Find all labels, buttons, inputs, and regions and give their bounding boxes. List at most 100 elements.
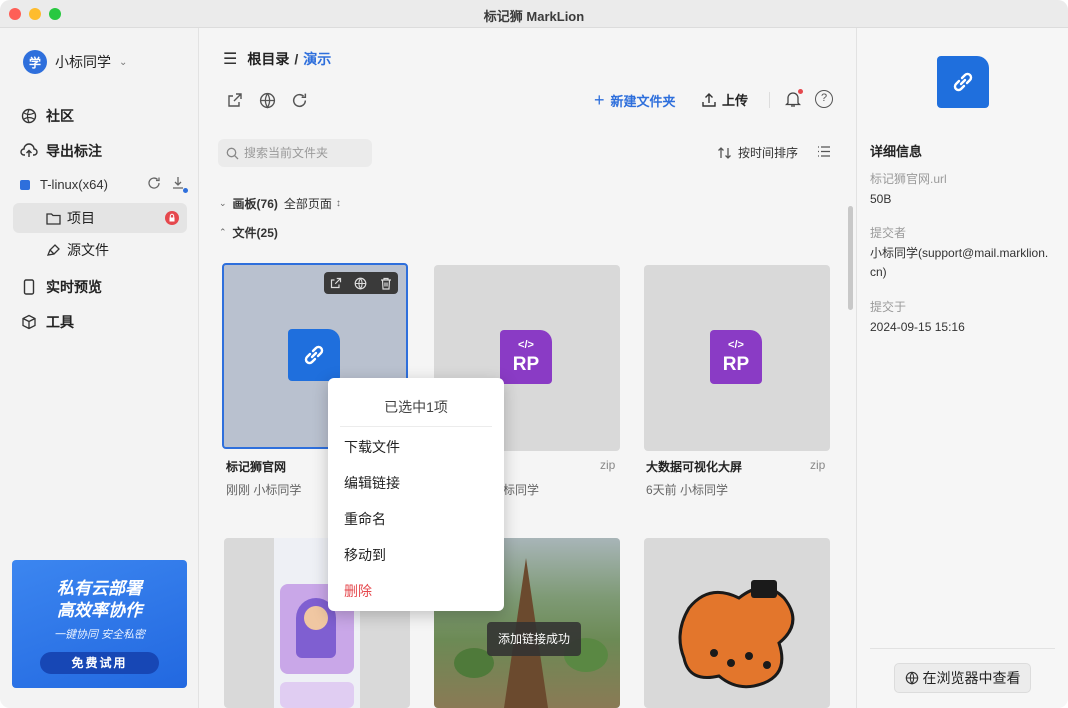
menu-item-rename[interactable]: 重命名 [344,509,386,529]
notification-bell-icon[interactable] [784,89,803,111]
free-trial-button[interactable]: 免费试用 [40,652,159,674]
main-area: ☰ 根目录 / 演示 + 新建文件夹 上传 ? 搜索当前文件夹 按时间排序 ⌄ … [199,28,856,708]
menu-item-move[interactable]: 移动到 [344,545,386,565]
workspace-name: T-linux(x64) [40,177,108,192]
sidebar-item-label: 项目 [67,210,95,226]
user-name: 小标同学 [55,54,111,70]
pen-icon [46,243,61,257]
menu-item-edit-link[interactable]: 编辑链接 [344,473,400,493]
context-menu: 已选中1项 下载文件 编辑链接 重命名 移动到 删除 [328,378,504,611]
context-menu-divider [340,426,492,427]
list-view-icon[interactable] [817,145,831,161]
search-input[interactable] [242,145,366,161]
sort-button[interactable]: 按时间排序 [717,144,798,161]
scrollbar[interactable] [848,206,853,310]
notification-dot [798,89,803,94]
new-folder-button[interactable]: + 新建文件夹 [594,90,676,111]
refresh-icon[interactable] [289,90,309,110]
promo-banner[interactable]: 私有云部署 高效率协作 一键协同 安全私密 免费试用 [12,560,187,688]
globe-icon [20,107,38,125]
folder-icon [46,212,61,225]
title-bar: 标记狮 MarkLion [0,0,1068,28]
nav-community[interactable]: 社区 [20,106,74,126]
upload-button[interactable]: 上传 [701,90,748,109]
link-file-icon [937,56,989,108]
user-menu[interactable]: 学 小标同学 ⌄ [23,50,127,74]
avatar: 学 [23,50,47,74]
globe-icon [905,671,919,685]
detail-submitted-at: 2024-09-15 15:16 [870,320,965,334]
detail-title: 详细信息 [870,144,923,159]
detail-divider [870,648,1055,649]
detail-submitted-label: 提交于 [870,300,907,314]
file-ext: zip [810,458,826,472]
nav-export-label: 导出标注 [46,143,102,159]
globe-icon[interactable] [257,90,277,110]
file-name: 大数据可视化大屏 [646,460,743,474]
nav-export[interactable]: 导出标注 [20,141,102,161]
search-icon [226,147,239,160]
promo-tags: 一键协同 安全私密 [53,629,146,641]
app-window: 标记狮 MarkLion 学 小标同学 ⌄ 社区 导出标注 T-linux(x6… [0,0,1068,708]
cloud-upload-icon [20,142,38,160]
breadcrumb-root[interactable]: 根目录 [247,49,289,69]
sort-label: 按时间排序 [738,146,799,160]
boards-filter[interactable]: 全部页面 [284,195,332,212]
boards-section-header[interactable]: ⌄ 画板(76) 全部页面 ↕ [219,195,341,212]
file-card-bigdata-screen[interactable]: </> RP [644,265,830,451]
nav-live-preview[interactable]: 实时预览 [20,277,102,297]
detail-submitter-label: 提交者 [870,226,907,240]
nav-tools-label: 工具 [46,314,74,330]
card-toolbar [324,272,398,294]
plus-icon: + [594,90,605,110]
trash-icon[interactable] [380,277,392,290]
file-meta: 6天前 小标同学 [646,483,729,497]
toast-message: 添加链接成功 [487,622,581,656]
upload-label: 上传 [722,93,749,108]
refresh-icon[interactable] [147,176,161,190]
rp-file-icon: </> RP [710,330,762,384]
chevron-up-icon: ⌃ [219,227,227,237]
open-in-browser-button[interactable]: 在浏览器中查看 [894,663,1031,693]
globe-icon[interactable] [354,277,367,290]
detail-filename: 标记狮官网.url [870,172,947,186]
sidebar: 学 小标同学 ⌄ 社区 导出标注 T-linux(x64) 项目 源文件 实时预… [0,28,199,708]
detail-submitter: 小标同学(support@mail.marklion.cn) [870,246,1049,279]
select-arrows-icon: ↕ [335,198,341,209]
help-icon[interactable]: ? [815,90,833,108]
box-icon [20,313,38,331]
file-meta: 标同学 [503,483,540,497]
nav-community-label: 社区 [46,108,74,124]
cartoon-thumbnail [678,580,795,689]
toolbar-divider [769,92,770,108]
search-box[interactable] [218,139,372,167]
promo-line2: 高效率协作 [57,601,142,620]
menu-icon[interactable]: ☰ [223,49,237,69]
sidebar-item-source-files[interactable]: 源文件 [13,235,187,265]
menu-item-download[interactable]: 下载文件 [344,437,400,457]
workspace-item[interactable]: T-linux(x64) [20,176,188,193]
toolbar-left [225,90,309,110]
workspace-color-icon [20,179,30,190]
chevron-down-icon: ⌄ [219,198,227,208]
open-in-browser-label: 在浏览器中查看 [922,670,1021,686]
chevron-down-icon: ⌄ [119,56,128,68]
phone-icon [20,278,38,296]
download-icon[interactable] [171,176,188,193]
breadcrumb: ☰ 根目录 / 演示 [223,49,331,69]
link-file-icon [288,329,340,381]
nav-tools[interactable]: 工具 [20,312,74,332]
menu-item-delete[interactable]: 删除 [344,581,372,601]
open-external-icon[interactable] [225,90,245,110]
files-section-header[interactable]: ⌃ 文件(25) [219,224,278,241]
sort-icon [717,146,732,160]
sidebar-item-projects[interactable]: 项目 [13,203,187,233]
lock-icon [165,211,179,225]
nav-live-preview-label: 实时预览 [46,279,102,295]
open-external-icon[interactable] [330,277,342,289]
rp-file-icon: </> RP [500,330,552,384]
breadcrumb-current: 演示 [303,51,332,67]
detail-panel: 详细信息 标记狮官网.url 50B 提交者 小标同学(support@mail… [856,28,1068,708]
window-title: 标记狮 MarkLion [483,9,585,24]
file-card-cartoon[interactable] [644,538,830,708]
